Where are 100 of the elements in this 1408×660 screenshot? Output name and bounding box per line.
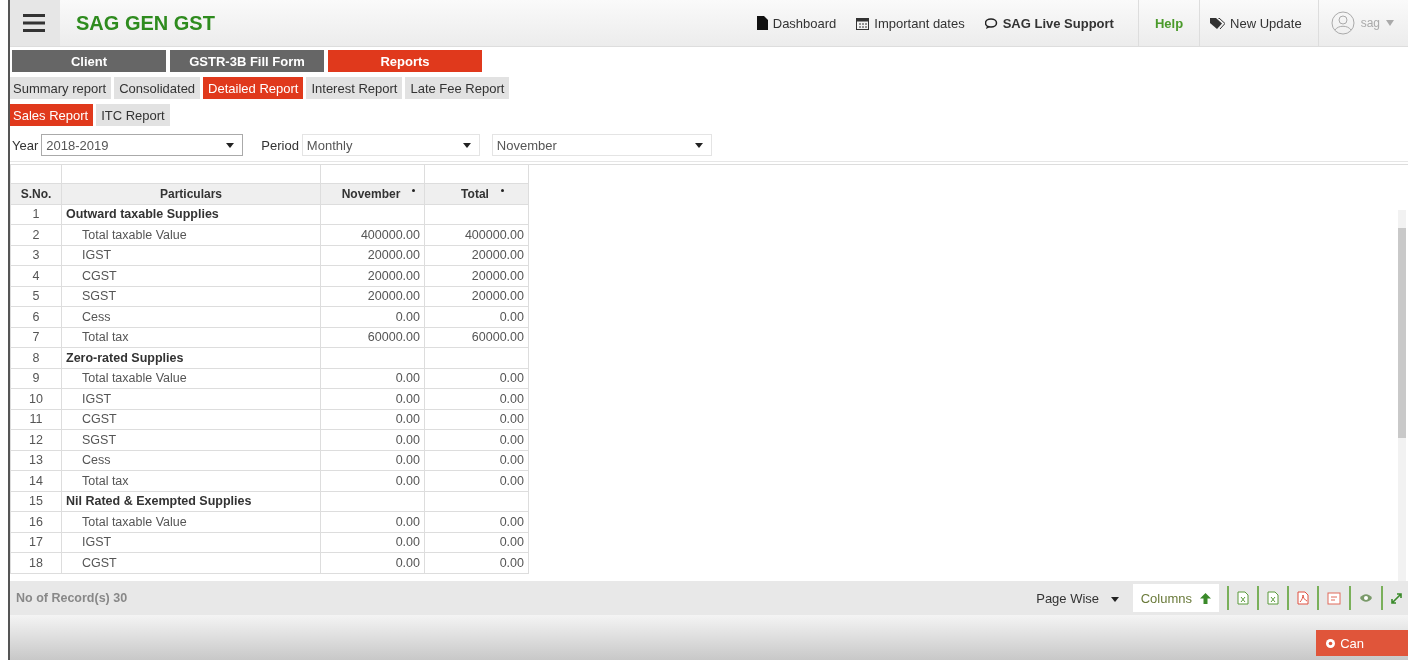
table-cell: 15 bbox=[10, 491, 62, 512]
header-link[interactable]: SAG Live Support bbox=[974, 15, 1138, 31]
table-cell: 8 bbox=[10, 347, 62, 368]
main-tab[interactable]: Reports bbox=[328, 50, 482, 72]
caret-icon bbox=[462, 142, 471, 148]
table-cell: 2 bbox=[10, 224, 62, 245]
report-type-tab[interactable]: Sales Report bbox=[8, 104, 94, 126]
table-cell: 11 bbox=[10, 409, 62, 430]
app-title: SAG GEN GST bbox=[76, 11, 215, 35]
table-cell: 1 bbox=[10, 204, 62, 225]
table-cell: 0.00 bbox=[424, 388, 529, 409]
report-tab[interactable]: Detailed Report bbox=[203, 77, 304, 99]
table-cell: 0.00 bbox=[424, 511, 529, 532]
document-icon[interactable] bbox=[1327, 591, 1341, 605]
table-cell: 60000.00 bbox=[424, 327, 529, 348]
table-cell: 0.00 bbox=[320, 388, 425, 409]
scrollbar[interactable] bbox=[1398, 210, 1406, 581]
table-cell: Outward taxable Supplies bbox=[61, 204, 321, 225]
table-cell: 0.00 bbox=[424, 532, 529, 553]
columns-button[interactable]: Columns bbox=[1132, 584, 1219, 612]
pdf-icon[interactable] bbox=[1297, 591, 1309, 605]
main-tab[interactable]: Client bbox=[12, 50, 166, 72]
column-header[interactable]: S.No. bbox=[10, 183, 62, 204]
table-cell: 20000.00 bbox=[424, 265, 529, 286]
expand-icon[interactable] bbox=[1391, 592, 1402, 604]
table-cell: 6 bbox=[10, 306, 62, 327]
table-cell: 0.00 bbox=[424, 470, 529, 491]
table-cell: 20000.00 bbox=[424, 286, 529, 307]
header-link[interactable]: Important dates bbox=[846, 15, 975, 31]
table-cell: 0.00 bbox=[320, 450, 425, 471]
table-cell: 14 bbox=[10, 470, 62, 491]
table-cell: 0.00 bbox=[424, 552, 529, 573]
tag-icon bbox=[1210, 17, 1226, 29]
table-cell: 60000.00 bbox=[320, 327, 425, 348]
table-cell: Total taxable Value bbox=[61, 511, 321, 532]
report-tab[interactable]: Summary report bbox=[8, 77, 112, 99]
caret-icon bbox=[1386, 20, 1394, 26]
menu-icon[interactable] bbox=[8, 0, 60, 46]
table-cell: 7 bbox=[10, 327, 62, 348]
sort-icon[interactable] bbox=[412, 188, 416, 192]
excel-icon[interactable] bbox=[1237, 591, 1249, 605]
table-cell: 18 bbox=[10, 552, 62, 573]
table-cell: 13 bbox=[10, 450, 62, 471]
cancel-button[interactable]: Can bbox=[1316, 630, 1408, 656]
table-cell: 20000.00 bbox=[424, 245, 529, 266]
table-cell: SGST bbox=[61, 286, 321, 307]
main-tab[interactable]: GSTR-3B Fill Form bbox=[170, 50, 324, 72]
table-cell: Cess bbox=[61, 306, 321, 327]
table-cell: 4 bbox=[10, 265, 62, 286]
table-cell: 20000.00 bbox=[320, 286, 425, 307]
year-dropdown[interactable]: 2018-2019 bbox=[41, 134, 244, 156]
file-icon bbox=[756, 16, 768, 30]
period-dropdown[interactable]: Monthly bbox=[301, 134, 480, 156]
table-cell: 9 bbox=[10, 368, 62, 389]
report-tab[interactable]: Consolidated bbox=[114, 77, 201, 99]
table-cell: 400000.00 bbox=[424, 224, 529, 245]
header-link[interactable]: Dashboard bbox=[746, 15, 847, 31]
eye-icon[interactable] bbox=[1359, 593, 1373, 603]
report-tab[interactable]: Interest Report bbox=[306, 77, 403, 99]
table-cell: 20000.00 bbox=[320, 265, 425, 286]
sort-icon[interactable] bbox=[500, 188, 504, 192]
month-dropdown[interactable]: November bbox=[491, 134, 712, 156]
table-cell: CGST bbox=[61, 409, 321, 430]
arrow-up-icon bbox=[1200, 592, 1211, 604]
report-tab[interactable]: Late Fee Report bbox=[405, 77, 510, 99]
chat-icon bbox=[984, 17, 998, 29]
table-cell: 20000.00 bbox=[320, 245, 425, 266]
period-label: Period bbox=[260, 137, 300, 153]
table-cell: 0.00 bbox=[320, 552, 425, 573]
table-cell: 0.00 bbox=[424, 409, 529, 430]
table-cell: 0.00 bbox=[320, 511, 425, 532]
table-cell: 0.00 bbox=[424, 450, 529, 471]
table-cell: Total taxable Value bbox=[61, 224, 321, 245]
avatar-icon bbox=[1330, 11, 1355, 35]
table-cell: SGST bbox=[61, 429, 321, 450]
table-cell: 10 bbox=[10, 388, 62, 409]
table-cell: 0.00 bbox=[320, 409, 425, 430]
calendar-icon bbox=[856, 16, 870, 30]
table-cell: Cess bbox=[61, 450, 321, 471]
table-cell: CGST bbox=[61, 552, 321, 573]
year-label: Year bbox=[11, 137, 40, 153]
table-cell: 0.00 bbox=[320, 368, 425, 389]
table-cell: 3 bbox=[10, 245, 62, 266]
page-mode-dropdown[interactable]: Page Wise bbox=[1030, 589, 1125, 607]
record-count: No of Record(s) 30 bbox=[16, 591, 128, 605]
caret-icon bbox=[1110, 596, 1119, 602]
table-cell: CGST bbox=[61, 265, 321, 286]
table-cell: Total tax bbox=[61, 327, 321, 348]
table-cell: Zero-rated Supplies bbox=[61, 347, 321, 368]
report-type-tab[interactable]: ITC Report bbox=[96, 104, 170, 126]
header-link[interactable]: New Update bbox=[1200, 15, 1318, 31]
table-cell: Nil Rated & Exempted Supplies bbox=[61, 491, 321, 512]
table-cell: 5 bbox=[10, 286, 62, 307]
excel-icon[interactable] bbox=[1267, 591, 1279, 605]
table-cell: Total taxable Value bbox=[61, 368, 321, 389]
table-cell: 0.00 bbox=[424, 429, 529, 450]
caret-icon bbox=[694, 142, 703, 148]
column-header[interactable]: Total bbox=[461, 186, 489, 201]
table-cell: 400000.00 bbox=[320, 224, 425, 245]
table-cell: 12 bbox=[10, 429, 62, 450]
